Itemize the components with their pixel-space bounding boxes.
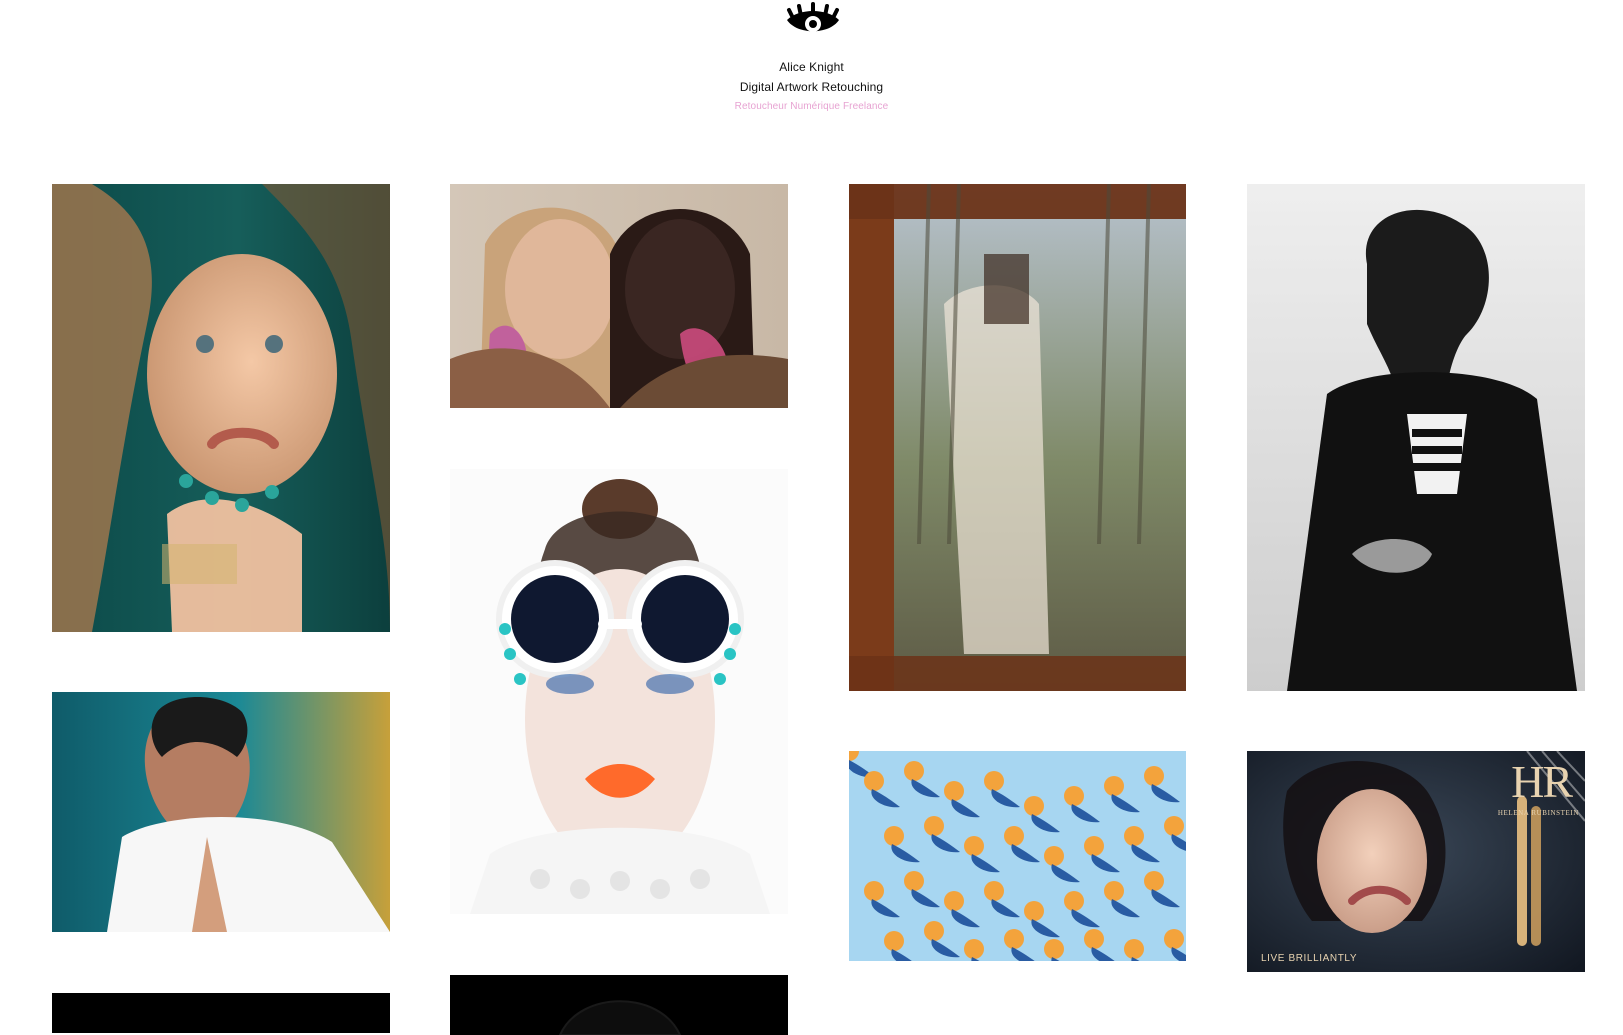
helena-rubinstein-brand: HELENA RUBINSTEIN (1497, 809, 1579, 817)
site-tagline: Retoucheur Numérique Freelance (734, 101, 889, 112)
gallery-item-window-reflection[interactable] (849, 184, 1186, 691)
site-owner-name[interactable]: Alice Knight (0, 60, 1623, 74)
gallery-item-partial-1[interactable] (52, 993, 390, 1033)
helena-rubinstein-logo: HR (1511, 756, 1573, 807)
gallery-image (849, 751, 1186, 961)
gallery-item-pattern[interactable] (849, 751, 1186, 961)
gallery-item-helena-rubinstein-ad[interactable]: HR HELENA RUBINSTEIN LIVE BRILLIANTLY (1247, 751, 1585, 972)
gallery-item-partial-2[interactable] (450, 975, 788, 1035)
gallery-image (1247, 184, 1585, 691)
gallery-image (52, 993, 390, 1033)
gallery-image (849, 184, 1186, 691)
gallery-item-two-models[interactable] (450, 184, 788, 408)
eye-lashes-icon[interactable] (781, 0, 845, 40)
gallery-image (450, 469, 788, 914)
gallery-item-white-suit[interactable] (52, 692, 390, 932)
gallery-item-sunglasses[interactable] (450, 469, 788, 914)
gallery-image (52, 184, 390, 632)
gallery-image (52, 692, 390, 932)
gallery-image (450, 975, 788, 1035)
helena-rubinstein-footer: LIVE BRILLIANTLY (1261, 953, 1358, 964)
site-subtitle: Digital Artwork Retouching (739, 80, 884, 94)
gallery-item-bw-portrait[interactable] (1247, 184, 1585, 691)
gallery-item-beauty-portrait[interactable] (52, 184, 390, 632)
gallery-image (450, 184, 788, 408)
